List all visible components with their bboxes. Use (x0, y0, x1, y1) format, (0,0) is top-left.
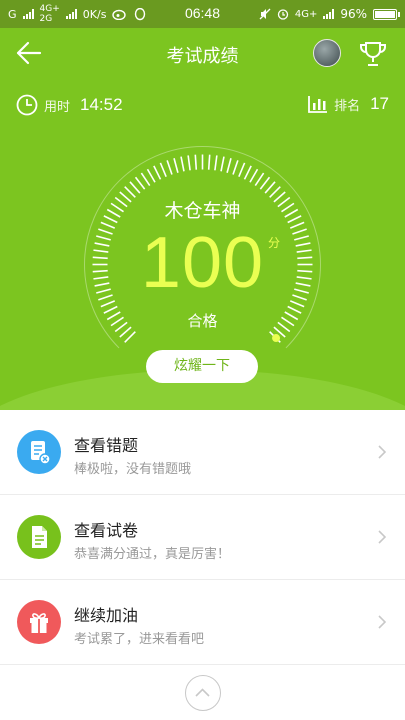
chevron-up-icon (195, 688, 210, 697)
list-item-keep-going[interactable]: 继续加油 考试累了，进来看看吧 (0, 580, 405, 665)
gauge-tick (129, 181, 141, 194)
gauge-tick (207, 154, 211, 170)
alarm-icon (277, 9, 288, 20)
item-subtitle: 棒极啦，没有错题哦 (74, 462, 192, 477)
share-button[interactable]: 炫耀一下 (146, 350, 258, 383)
item-title: 查看试卷 (74, 521, 139, 540)
gauge-tick (214, 155, 218, 171)
list-item-wrong-questions[interactable]: 查看错题 棒极啦，没有错题哦 (0, 410, 405, 495)
list-item-exam-paper[interactable]: 查看试卷 恭喜满分通过，真是厉害！ (0, 495, 405, 580)
gauge-tick (140, 172, 151, 186)
gauge-tick (220, 156, 225, 172)
wrong-questions-icon (17, 430, 61, 474)
page-title: 考试成绩 (166, 46, 239, 67)
gift-icon (17, 600, 61, 644)
scroll-up-button[interactable] (185, 675, 221, 711)
item-subtitle: 考试累了，进来看看吧 (74, 632, 205, 647)
score-unit: 分 (268, 236, 281, 250)
gauge-tick (226, 158, 232, 173)
chevron-right-icon (378, 615, 387, 629)
gauge-tick (134, 176, 146, 190)
action-list: 查看错题 棒极啦，没有错题哦 查看试卷 恭喜满分通过，真是厉害！ 继续加油 考试… (0, 410, 405, 665)
status-bar: G 4G+ 2G 0K/s 06:48 4G+ 96% (0, 0, 405, 28)
rank-label: 排名 (334, 98, 361, 114)
gauge-tick (124, 331, 136, 343)
item-title: 查看错题 (74, 436, 139, 455)
gauge-tick (259, 176, 271, 190)
gauge-pointer (272, 334, 281, 343)
result-title: 木仓车神 (164, 200, 241, 222)
gauge-tick (159, 162, 167, 178)
battery-percent: 96% (340, 7, 367, 21)
result-header: 考试成绩 用时 14:52 排名 17 木仓车神 100 分 合格 炫耀一下 (0, 28, 405, 410)
gauge-tick (254, 172, 265, 186)
signal-icon-3 (323, 9, 335, 19)
nav-bar: 考试成绩 (0, 28, 405, 78)
gauge-tick (264, 181, 276, 194)
item-subtitle: 恭喜满分通过，真是厉害！ (74, 547, 231, 562)
gauge-tick (187, 155, 191, 171)
gauge-tick (238, 162, 246, 178)
time-used: 用时 14:52 (16, 94, 123, 116)
item-title: 继续加油 (74, 606, 139, 625)
pass-status: 合格 (187, 312, 218, 330)
gauge-tick (180, 156, 185, 172)
rank: 排名 17 (308, 94, 389, 114)
chevron-right-icon (378, 445, 387, 459)
time-value: 14:52 (80, 95, 123, 114)
network-type-3: 4G+ (294, 8, 318, 20)
battery-icon (373, 8, 400, 20)
mute-icon (259, 8, 271, 20)
avatar[interactable] (313, 39, 341, 67)
gauge-tick (249, 168, 259, 183)
score-value: 100 (140, 223, 265, 303)
gauge-tick (166, 160, 173, 175)
gauge-tick (194, 154, 198, 170)
clock-icon (16, 94, 38, 116)
gauge-tick (146, 168, 156, 183)
trophy-icon[interactable] (357, 38, 389, 70)
exam-paper-icon (17, 515, 61, 559)
gauge-tick (232, 160, 239, 175)
time-label: 用时 (44, 99, 71, 115)
rank-value: 17 (370, 94, 389, 113)
chevron-right-icon (378, 530, 387, 544)
bar-chart-icon (308, 96, 328, 113)
gauge-tick (173, 158, 179, 173)
gauge-tick (243, 165, 252, 180)
gauge-tick (153, 165, 162, 180)
